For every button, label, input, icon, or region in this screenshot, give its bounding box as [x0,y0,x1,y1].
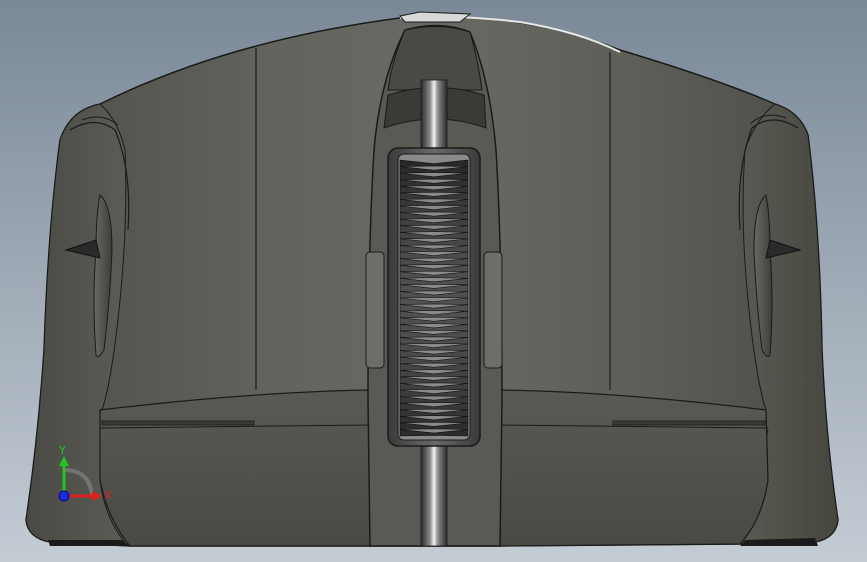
top-ridge-cap [399,11,472,23]
triad-x-label: X [104,489,112,502]
wheel-right-mount [483,251,503,369]
wheel-left-mount [365,251,385,369]
triad-z-axis [58,490,70,502]
mouse-3d-model[interactable]: Y X [0,0,867,562]
left-front-slot [101,420,255,426]
triad-y-label: Y [58,444,66,457]
cad-graphics-viewport[interactable]: Y X [0,0,867,562]
scroll-wheel[interactable] [387,147,481,447]
left-foot [48,540,128,546]
front-lip [99,389,371,547]
front-lip-right [499,389,769,547]
right-front-slot [612,420,766,426]
